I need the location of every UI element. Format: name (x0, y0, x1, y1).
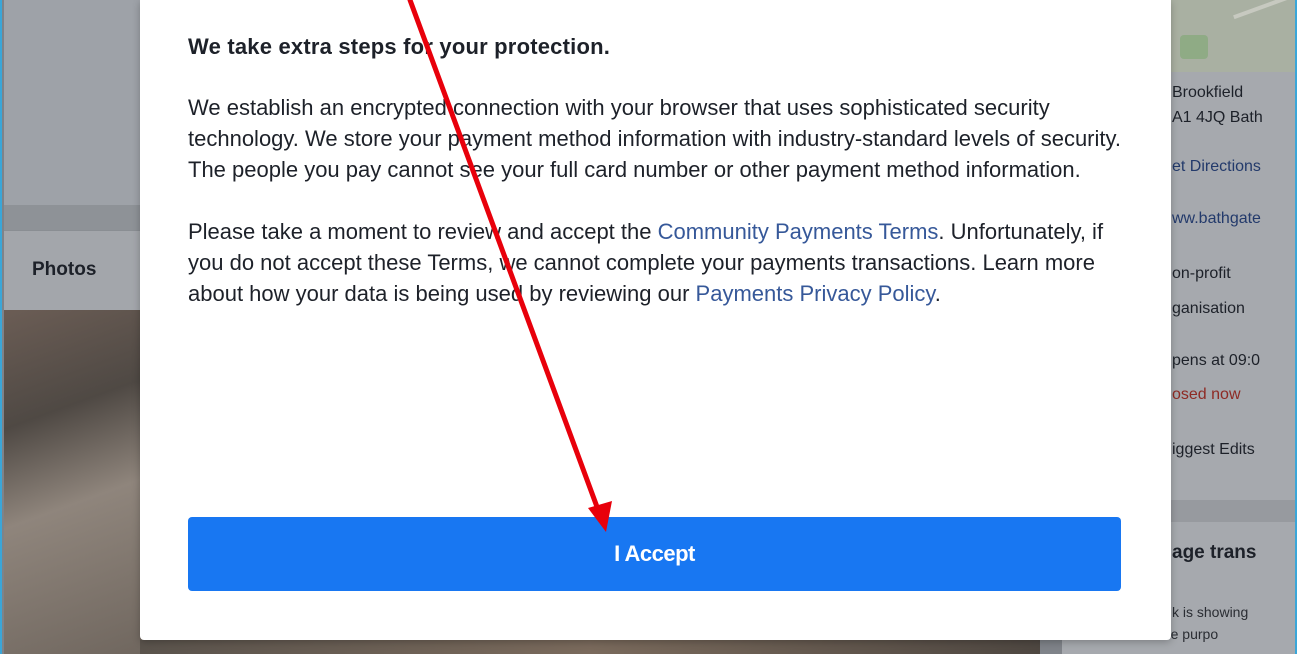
background-photo-strip (140, 640, 1040, 654)
terms-text-end: . (934, 281, 941, 306)
dialog-title: We take extra steps for your protection. (188, 34, 611, 59)
terms-text-start: Please take a moment to review and accep… (188, 219, 658, 244)
payments-privacy-policy-link[interactable]: Payments Privacy Policy (696, 281, 935, 306)
category-line-1: on-profit (1172, 265, 1231, 282)
get-directions-link: et Directions (1172, 158, 1261, 175)
address-line-2: A1 4JQ Bath (1172, 109, 1263, 126)
transparency-text-1: k is showing (1172, 604, 1249, 620)
closed-status: osed now (1172, 386, 1241, 403)
security-paragraph: We establish an encrypted connection wit… (188, 95, 1121, 182)
terms-paragraph: Please take a moment to review and accep… (188, 216, 1128, 309)
background-photo (4, 310, 154, 654)
suggest-edits-link: iggest Edits (1172, 441, 1255, 458)
accept-button[interactable]: I Accept (188, 517, 1121, 591)
address-line-1: Brookfield (1172, 84, 1244, 101)
dialog-body: We establish an encrypted connection wit… (188, 92, 1128, 309)
photos-label: Photos (32, 259, 97, 280)
opening-hours: pens at 09:0 (1172, 352, 1261, 369)
payments-terms-dialog: We take extra steps for your protection.… (140, 0, 1171, 640)
map-park (1180, 35, 1208, 59)
category-line-2: ganisation (1172, 300, 1245, 317)
right-panel-divider (1170, 500, 1295, 522)
screenshot-frame: Photos Brookfield A1 4JQ Bath et Directi… (0, 0, 1297, 654)
website-link: ww.bathgate (1172, 210, 1261, 227)
transparency-section-title: age trans (1172, 542, 1257, 563)
community-payments-terms-link[interactable]: Community Payments Terms (658, 219, 939, 244)
